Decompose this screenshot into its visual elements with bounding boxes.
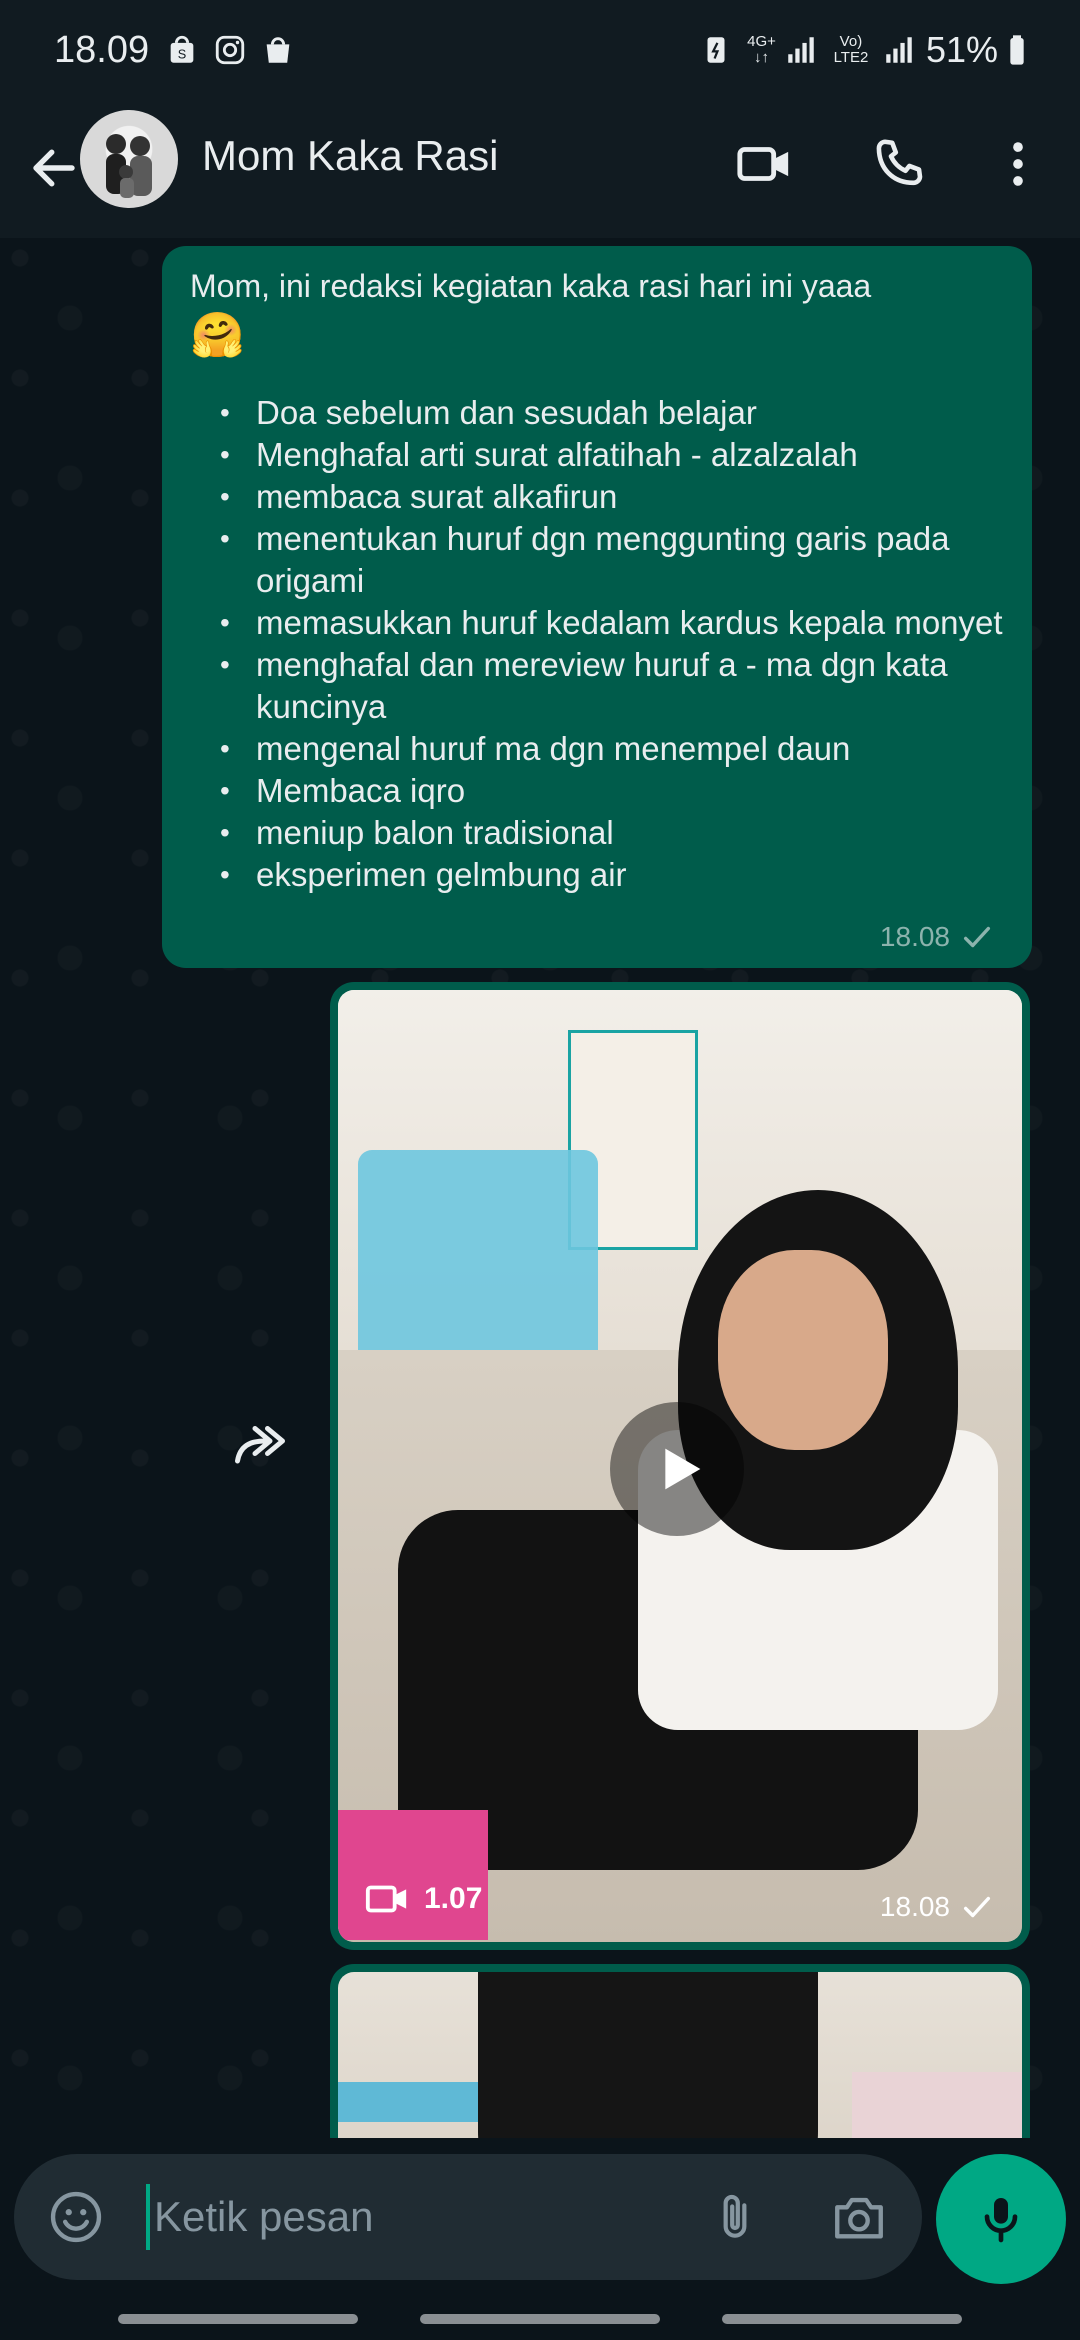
message-time: 18.08 [879,921,950,952]
svg-text:S: S [178,47,187,62]
video-thumbnail-2[interactable] [338,1972,1022,2138]
list-item: Doa sebelum dan sesudah belajar [190,392,1004,434]
camera-button[interactable] [826,2184,892,2250]
microphone-icon [984,2198,1018,2243]
video-time: 18.08 [879,1891,950,1922]
signal-2-icon [882,33,916,67]
sent-check-icon [963,926,991,948]
video-call-button[interactable] [726,126,802,202]
list-item: membaca surat alkafirun [190,476,1004,518]
activity-list: Doa sebelum dan sesudah belajar Menghafa… [190,392,1004,896]
video-duration: 1.07 [364,1876,482,1922]
chat-header: Mom Kaka Rasi [0,100,1080,238]
message-intro-text: Mom, ini redaksi kegiatan kaka rasi hari… [190,268,872,304]
list-item: eksperimen gelmbung air [190,854,1004,896]
chat-messages-area[interactable]: Mom, ini redaksi kegiatan kaka rasi hari… [0,238,1080,2138]
list-item: meniup balon tradisional [190,812,1004,854]
list-item: memasukkan huruf kedalam kardus kepala m… [190,602,1004,644]
forward-button[interactable] [224,1410,296,1482]
outgoing-text-message[interactable]: Mom, ini redaksi kegiatan kaka rasi hari… [162,246,1032,968]
nav-recents-handle[interactable] [118,2314,358,2324]
outgoing-video-message-2[interactable] [330,1964,1030,2138]
whatsapp-chat-screen: 18.09 S 4G+ ↓↑ Vo) LTE2 51% Mom Kaka Ras… [0,0,1080,2340]
battery-saver-icon [699,33,733,67]
contact-name[interactable]: Mom Kaka Rasi [202,132,498,180]
shopee-icon: S [165,33,199,67]
shopping-bag-icon [261,33,295,67]
status-bar-right: 4G+ ↓↑ Vo) LTE2 51% [699,29,1028,71]
back-button[interactable] [22,136,86,200]
avatar[interactable] [80,110,178,208]
status-bar: 18.09 S 4G+ ↓↑ Vo) LTE2 51% [0,0,1080,100]
message-meta: 18.08 [880,920,994,954]
video-duration-text: 1.07 [424,1882,483,1915]
nav-home-handle[interactable] [420,2314,660,2324]
list-item: Membaca iqro [190,770,1004,812]
hugging-face-emoji: 🤗 [190,311,245,360]
battery-percent: 51% [925,29,998,70]
composer-bar [0,2138,1080,2288]
voice-call-button[interactable] [860,126,936,202]
paperclip-icon [723,2194,747,2238]
list-item: mengenal huruf ma dgn menempel daun [190,728,1004,770]
forward-icon [235,1426,285,1464]
phone-call-icon [876,139,923,186]
voice-message-button[interactable] [936,2154,1066,2284]
emoji-button[interactable] [44,2185,108,2249]
play-button[interactable] [610,1402,744,1536]
instagram-icon [213,33,247,67]
list-item: Menghafal arti surat alfatihah - alzalza… [190,434,1004,476]
video-meta: 18.08 [880,1890,994,1924]
outgoing-video-message[interactable]: 1.07 18.08 [330,982,1030,1950]
volte-label: Vo) LTE2 [833,33,869,66]
signal-icon [784,33,818,67]
more-options-button[interactable] [980,126,1056,202]
back-arrow-icon [33,149,75,187]
network-type: 4G+ ↓↑ [747,33,776,66]
play-icon [665,1448,701,1490]
attach-button[interactable] [702,2184,768,2250]
sent-check-icon [963,1896,991,1918]
camera-icon [835,2197,883,2239]
list-item: menghafal dan mereview huruf a - ma dgn … [190,644,1004,728]
video-camera-icon [365,1885,407,1913]
list-item: menentukan huruf dgn menggunting garis p… [190,518,1004,602]
more-vert-icon [1013,142,1023,186]
composer-pill [14,2154,922,2280]
status-bar-left: 18.09 S [54,29,309,72]
message-input[interactable] [146,2184,666,2250]
emoji-icon [50,2191,102,2243]
system-navigation-bar [0,2288,1080,2340]
status-time: 18.09 [54,28,150,71]
video-thumbnail[interactable]: 1.07 18.08 [338,990,1022,1942]
video-call-icon [737,147,789,181]
nav-back-handle[interactable] [722,2314,962,2324]
battery-icon [1006,33,1028,67]
